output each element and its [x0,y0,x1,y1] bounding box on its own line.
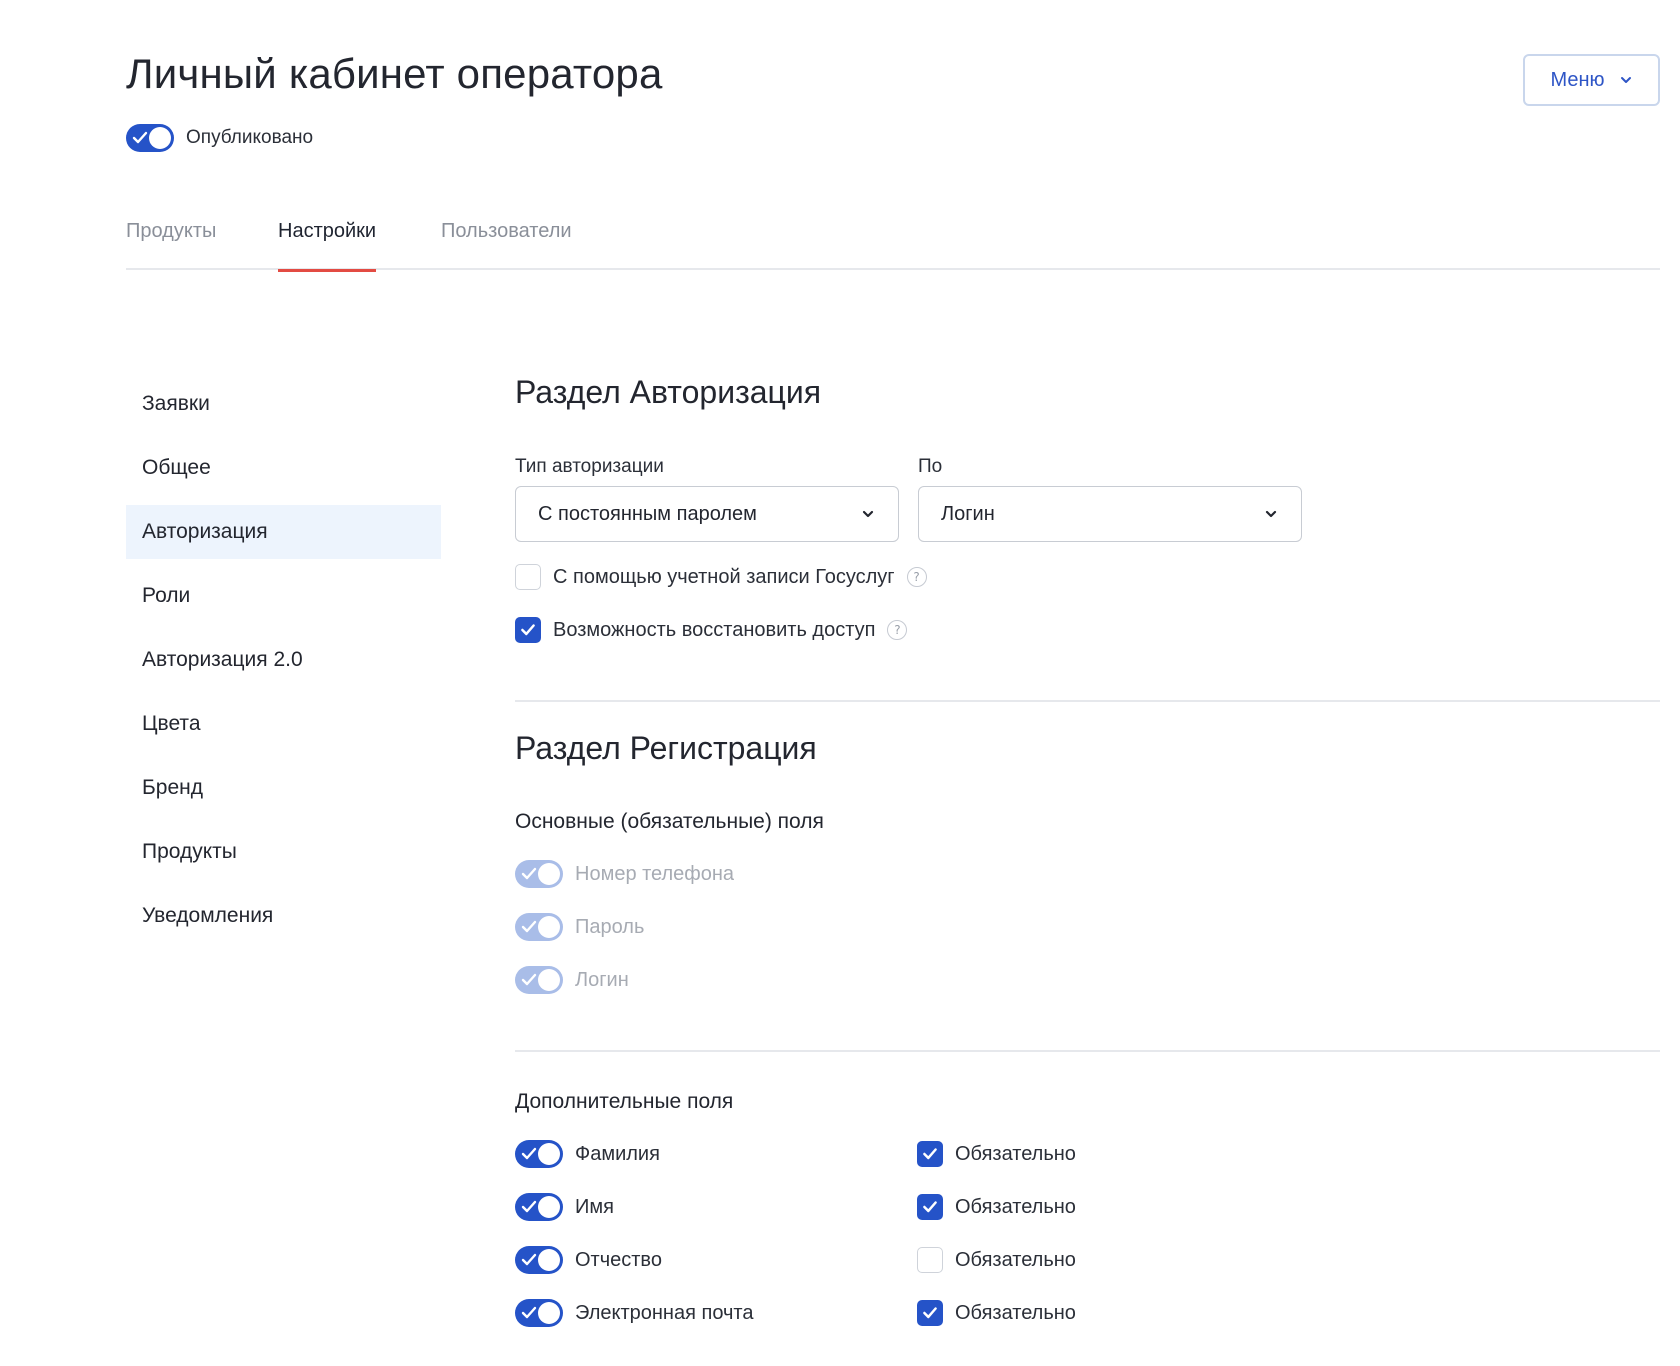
sidebar-item-notifications[interactable]: Уведомления [126,889,441,943]
recovery-checkbox[interactable] [515,617,541,643]
auth-type-label: Тип авторизации [515,456,664,477]
published-row: Опубликовано [126,124,313,152]
registration-section-title: Раздел Регистрация [515,730,817,766]
sidebar-item-requests[interactable]: Заявки [126,377,441,431]
section-divider [515,700,1660,702]
toggle-knob [538,916,560,938]
required-label: Обязательно [955,1195,1076,1218]
help-icon[interactable]: ? [906,567,927,587]
email-toggle[interactable] [515,1299,563,1327]
sidebar-item-products[interactable]: Продукты [126,825,441,879]
name-required-checkbox[interactable] [917,1194,943,1220]
required-label: Обязательно [955,1248,1076,1271]
auth-by-value: Логин [941,502,995,525]
password-label: Пароль [575,915,645,938]
tab-products[interactable]: Продукты [126,220,216,269]
auth-by-select[interactable]: Логин [918,486,1302,542]
toggle-knob [149,127,171,149]
required-field-login: Логин [515,966,629,994]
check-icon [521,624,535,636]
help-icon[interactable]: ? [887,620,908,640]
check-icon [923,1201,937,1213]
gosuslugi-label: С помощью учетной записи Госуслуг [553,565,895,588]
extra-field-name: Имя [515,1193,614,1221]
published-label: Опубликовано [186,127,314,148]
required-field-password: Пароль [515,913,644,941]
check-icon [521,973,537,986]
auth-section-title: Раздел Авторизация [515,374,822,410]
gosuslugi-checkbox[interactable] [515,564,541,590]
extra-field-patronymic: Отчество [515,1246,662,1274]
surname-label: Фамилия [575,1142,660,1165]
menu-button-label: Меню [1550,68,1605,91]
extra-field-email: Электронная почта [515,1299,753,1327]
password-toggle [515,913,563,941]
patronymic-toggle[interactable] [515,1246,563,1274]
extra-fields-title: Дополнительные поля [515,1090,734,1113]
chevron-down-icon [860,506,876,522]
required-label: Обязательно [955,1142,1076,1165]
email-label: Электронная почта [575,1301,754,1324]
toggle-knob [538,863,560,885]
settings-sidebar: Заявки Общее Авторизация Роли Авторизаци… [126,377,441,953]
published-toggle[interactable] [126,124,174,152]
phone-label: Номер телефона [575,862,735,885]
sidebar-item-brand[interactable]: Бренд [126,761,441,815]
sidebar-item-colors[interactable]: Цвета [126,697,441,751]
toggle-knob [538,1196,560,1218]
name-required-option: Обязательно [917,1194,1076,1220]
gosuslugi-option: С помощью учетной записи Госуслуг ? [515,564,927,590]
toggle-knob [538,1249,560,1271]
required-fields-title: Основные (обязательные) поля [515,810,824,833]
auth-type-select[interactable]: С постоянным паролем [515,486,899,542]
extra-field-surname: Фамилия [515,1140,660,1168]
surname-toggle[interactable] [515,1140,563,1168]
sidebar-item-authorization[interactable]: Авторизация [126,505,441,559]
check-icon [521,1253,537,1266]
sidebar-item-authorization-2[interactable]: Авторизация 2.0 [126,633,441,687]
name-label: Имя [575,1195,614,1218]
sidebar-item-general[interactable]: Общее [126,441,441,495]
auth-by-label: По [918,456,943,477]
recovery-option: Возможность восстановить доступ ? [515,617,908,643]
recovery-label: Возможность восстановить доступ [553,618,876,641]
toggle-knob [538,969,560,991]
section-divider [515,1050,1660,1052]
name-toggle[interactable] [515,1193,563,1221]
check-icon [923,1307,937,1319]
check-icon [521,867,537,880]
menu-button[interactable]: Меню [1523,54,1660,106]
email-required-option: Обязательно [917,1300,1076,1326]
patronymic-required-option: Обязательно [917,1247,1076,1273]
sidebar-item-roles[interactable]: Роли [126,569,441,623]
surname-required-checkbox[interactable] [917,1141,943,1167]
phone-toggle [515,860,563,888]
check-icon [521,920,537,933]
auth-type-value: С постоянным паролем [538,502,757,525]
page-title: Личный кабинет оператора [126,50,663,97]
email-required-checkbox[interactable] [917,1300,943,1326]
tab-bar: Продукты Настройки Пользователи [126,200,1660,272]
required-label: Обязательно [955,1301,1076,1324]
check-icon [521,1200,537,1213]
check-icon [132,131,148,144]
toggle-knob [538,1302,560,1324]
toggle-knob [538,1143,560,1165]
patronymic-label: Отчество [575,1248,662,1271]
surname-required-option: Обязательно [917,1141,1076,1167]
check-icon [923,1148,937,1160]
chevron-down-icon [1619,73,1633,87]
login-label: Логин [575,968,629,991]
chevron-down-icon [1263,506,1279,522]
tab-users[interactable]: Пользователи [441,220,572,269]
check-icon [521,1147,537,1160]
patronymic-required-checkbox[interactable] [917,1247,943,1273]
required-field-phone: Номер телефона [515,860,734,888]
tab-settings[interactable]: Настройки [278,220,377,272]
login-toggle [515,966,563,994]
check-icon [521,1306,537,1319]
